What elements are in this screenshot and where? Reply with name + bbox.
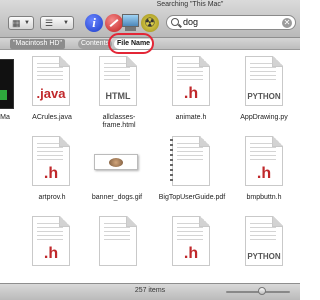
file-name[interactable]: bmpbuttn.h bbox=[238, 194, 290, 202]
file-name[interactable]: artprov.h bbox=[26, 194, 78, 202]
file-badge: .h bbox=[43, 245, 59, 262]
scope-contents[interactable]: Contents bbox=[78, 39, 113, 49]
file-thumbnail[interactable] bbox=[0, 59, 14, 109]
toolbar: Searching "This Mac" ▦ ▼ ☰ ▼ i dog ✕ bbox=[0, 0, 300, 38]
file-name[interactable]: AppDrawing.py bbox=[234, 114, 294, 122]
file-badge: HTML bbox=[105, 91, 131, 101]
page-fold bbox=[272, 216, 283, 227]
file-name-line: frame.html bbox=[102, 122, 136, 129]
burn-icon[interactable] bbox=[141, 14, 159, 32]
grid-view-icon: ▦ bbox=[12, 18, 21, 28]
page-fold bbox=[272, 136, 283, 147]
file-badge: .java bbox=[36, 86, 66, 101]
file-name[interactable]: banner_dogs.gif bbox=[88, 194, 146, 202]
search-icon bbox=[171, 18, 179, 26]
action-menu-button[interactable]: ☰ ▼ bbox=[40, 16, 74, 30]
file-thumbnail[interactable] bbox=[94, 154, 138, 170]
clear-search-icon[interactable]: ✕ bbox=[282, 18, 292, 28]
page-fold bbox=[126, 216, 137, 227]
page-fold bbox=[199, 56, 210, 67]
page-fold bbox=[272, 56, 283, 67]
chevron-down-icon: ▼ bbox=[63, 20, 69, 26]
file-grid: Ma .java ACrules.java HTML allclasses- f… bbox=[0, 51, 300, 283]
page-fold bbox=[199, 216, 210, 227]
window-title: Searching "This Mac" bbox=[156, 1, 224, 8]
file-name-line: allclasses- bbox=[102, 114, 136, 121]
page-fold bbox=[59, 216, 70, 227]
search-field[interactable]: dog ✕ bbox=[166, 15, 296, 30]
file-badge: .h bbox=[256, 165, 272, 182]
search-input[interactable]: dog bbox=[183, 17, 198, 27]
file-name[interactable]: animate.h bbox=[165, 114, 217, 122]
view-switcher-button[interactable]: ▦ ▼ bbox=[8, 16, 34, 30]
file-badge: .h bbox=[183, 85, 199, 102]
file-badge: .h bbox=[43, 165, 59, 182]
info-icon[interactable]: i bbox=[85, 14, 103, 32]
screen-icon[interactable] bbox=[122, 14, 139, 31]
status-bar: 257 items bbox=[0, 283, 300, 300]
icon-size-slider-handle[interactable] bbox=[258, 287, 266, 295]
file-badge: PYTHON bbox=[247, 252, 281, 261]
file-name[interactable]: ACrules.java bbox=[26, 114, 78, 122]
finder-window: Searching "This Mac" ▦ ▼ ☰ ▼ i dog ✕ "Ma… bbox=[0, 0, 300, 300]
file-badge: .h bbox=[183, 245, 199, 262]
scope-macintosh-hd[interactable]: "Macintosh HD" bbox=[10, 39, 65, 49]
page-fold bbox=[126, 56, 137, 67]
file-name[interactable]: allclasses- frame.html bbox=[94, 114, 144, 130]
arrange-icon: ☰ bbox=[45, 18, 54, 28]
chevron-down-icon: ▼ bbox=[24, 20, 30, 26]
page-fold bbox=[199, 136, 210, 147]
file-name[interactable]: BigTopUserGuide.pdf bbox=[156, 194, 228, 202]
file-name[interactable]: Ma bbox=[0, 114, 12, 122]
page-fold bbox=[59, 56, 70, 67]
page-fold bbox=[59, 136, 70, 147]
binding-coil bbox=[170, 139, 173, 183]
delete-icon[interactable] bbox=[105, 14, 123, 32]
file-badge: PYTHON bbox=[247, 92, 281, 101]
